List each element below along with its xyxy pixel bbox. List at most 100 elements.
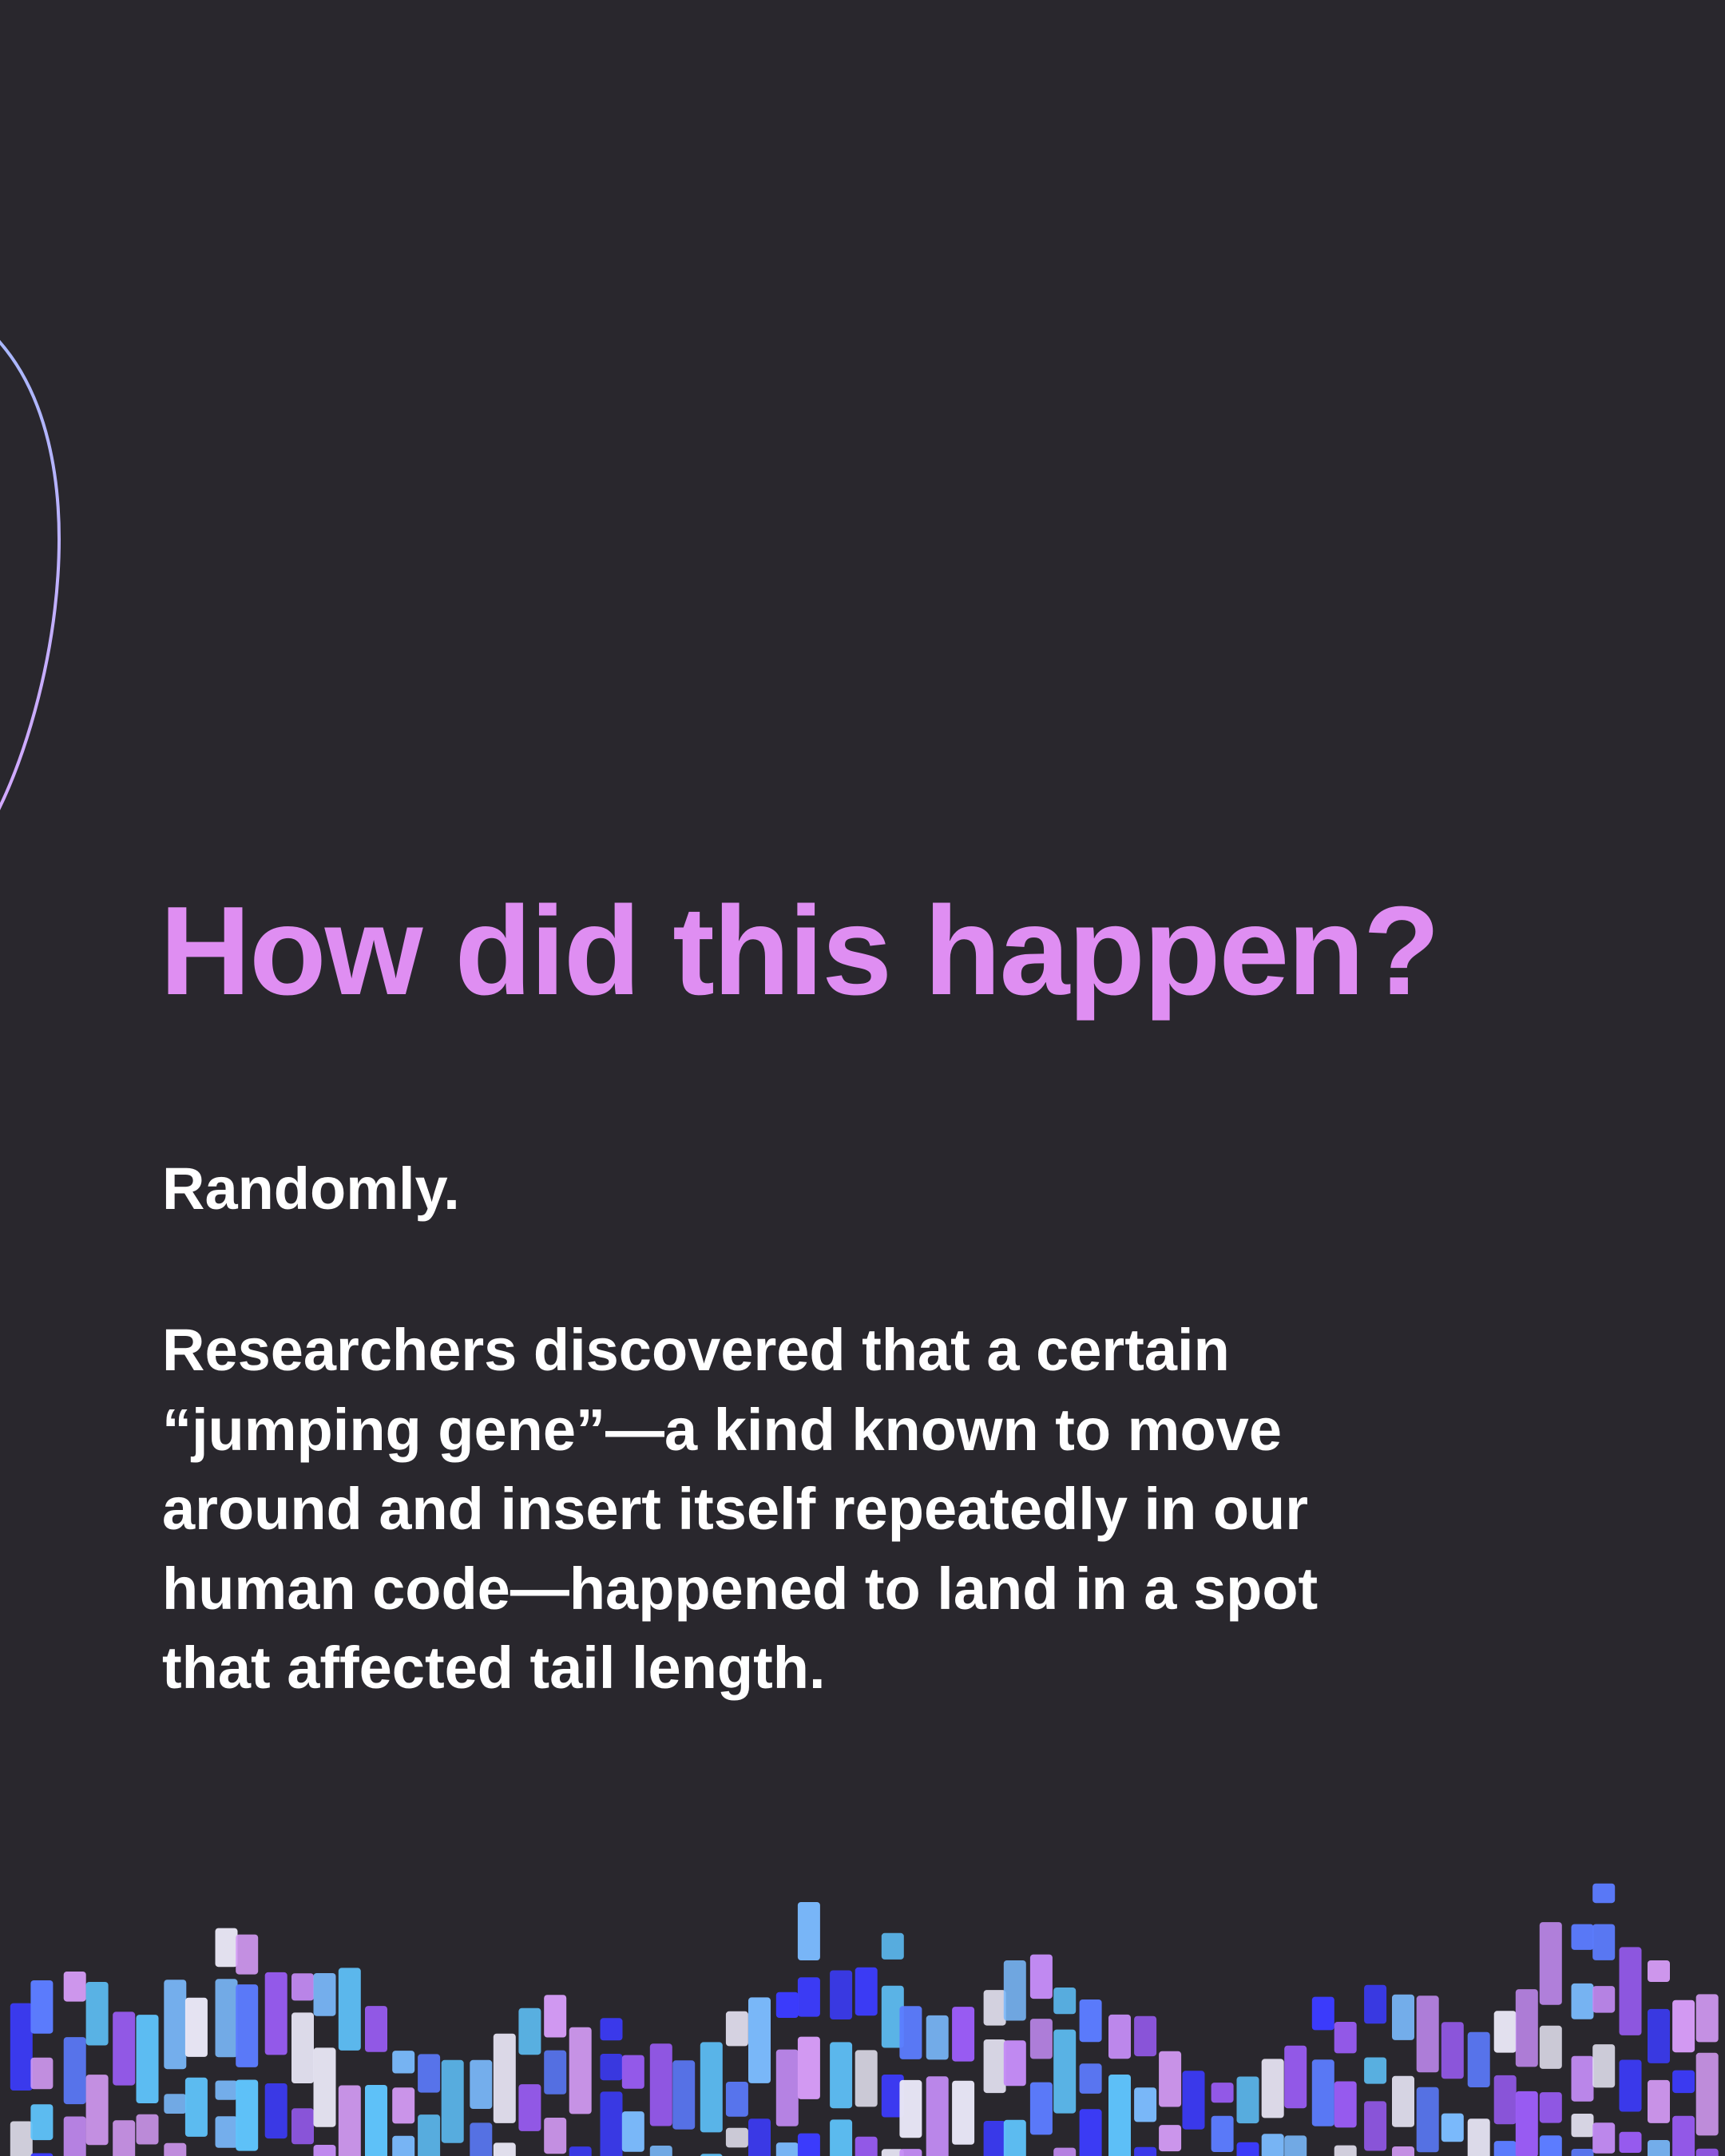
sequence-bar bbox=[1311, 2059, 1334, 2126]
sequence-bar bbox=[855, 2050, 878, 2107]
sequence-bar bbox=[1441, 2022, 1464, 2079]
sequence-bar bbox=[338, 1968, 361, 2051]
sequence-bar bbox=[1493, 2011, 1517, 2053]
body-line: that affected tail length. bbox=[162, 1635, 826, 1701]
sequence-bar bbox=[1211, 2083, 1234, 2103]
circle-outline-decoration bbox=[0, 340, 61, 810]
sequence-bar bbox=[899, 2149, 922, 2156]
sequence-bar bbox=[392, 2051, 415, 2074]
sequence-bar bbox=[1493, 2141, 1517, 2156]
sequence-bar bbox=[1571, 2055, 1594, 2102]
sequence-bar bbox=[899, 2006, 922, 2059]
sequence-bar bbox=[215, 1979, 238, 2058]
sequence-bar bbox=[1284, 2045, 1307, 2109]
sequence-bar bbox=[1592, 1883, 1616, 1904]
sequence-bar bbox=[418, 2114, 441, 2156]
sequence-bar bbox=[236, 1984, 259, 2067]
sequence-bar bbox=[313, 2145, 336, 2156]
sequence-bar bbox=[1619, 2059, 1642, 2112]
sequence-bar bbox=[291, 2012, 314, 2083]
sequence-bar bbox=[518, 2007, 541, 2055]
sequence-bar bbox=[855, 1967, 878, 2016]
sequence-bar bbox=[113, 2011, 136, 2086]
sequence-bar bbox=[797, 2036, 820, 2099]
sequence-bar bbox=[1284, 2135, 1307, 2156]
sequence-bar bbox=[1364, 2101, 1387, 2151]
sequence-bar bbox=[10, 2121, 33, 2156]
sequence-bar bbox=[1261, 2059, 1284, 2118]
sequence-bar bbox=[30, 1980, 54, 2034]
sequence-bar bbox=[797, 1902, 820, 1960]
sequence-bar bbox=[952, 2080, 975, 2145]
sequence-bar bbox=[136, 2015, 159, 2103]
sequence-bar bbox=[1539, 2092, 1562, 2123]
sequence-bar bbox=[775, 2142, 799, 2156]
sequence-bar bbox=[236, 2079, 259, 2151]
sequence-bar bbox=[136, 2114, 159, 2145]
sequence-bar bbox=[215, 2080, 238, 2100]
sequence-bar bbox=[1571, 1924, 1594, 1950]
sequence-bar bbox=[1515, 2091, 1538, 2156]
sequence-bar bbox=[441, 2059, 464, 2143]
sequence-bar bbox=[1236, 2142, 1259, 2156]
headline: How did this happen? bbox=[160, 881, 1440, 1021]
sequence-bar bbox=[1029, 2019, 1053, 2059]
sequence-bar bbox=[672, 2060, 696, 2130]
sequence-bar bbox=[1672, 2070, 1695, 2094]
sequence-bar bbox=[621, 2111, 644, 2152]
sequence-bar bbox=[1441, 2113, 1464, 2142]
sequence-bar bbox=[10, 2003, 33, 2091]
sequence-bar bbox=[493, 2033, 516, 2123]
sequence-bar bbox=[1159, 2051, 1182, 2107]
sequence-bar bbox=[830, 1970, 853, 2019]
sequence-bar bbox=[1416, 1995, 1439, 2073]
sequence-bar bbox=[775, 2049, 799, 2126]
sequence-bar bbox=[855, 2136, 878, 2156]
sequence-bar bbox=[291, 2108, 314, 2145]
sequence-bar bbox=[1364, 1984, 1387, 2024]
sequence-bar bbox=[30, 2153, 54, 2156]
sequence-bar bbox=[1108, 2075, 1131, 2156]
sequence-bar bbox=[313, 1973, 336, 2016]
sequence-bar bbox=[1334, 2145, 1357, 2156]
sequence-bar bbox=[215, 2116, 238, 2148]
sequence-bar bbox=[926, 2076, 949, 2156]
sequence-bar bbox=[1539, 2135, 1562, 2156]
sequence-bar bbox=[493, 2142, 516, 2156]
sequence-bar bbox=[1003, 1960, 1026, 2021]
sequence-bar bbox=[1053, 1988, 1077, 2015]
sequence-bar bbox=[1334, 2022, 1357, 2054]
sequence-bar bbox=[1648, 2008, 1670, 2063]
sequence-bar bbox=[748, 2118, 771, 2156]
sequence-bar bbox=[63, 2037, 86, 2105]
body-line: “jumping gene”—a kind known to move bbox=[162, 1396, 1282, 1463]
sequence-bar bbox=[1539, 1922, 1562, 2005]
sequence-bar bbox=[1539, 2025, 1562, 2069]
dna-sequence-bars-decoration bbox=[10, 1883, 1719, 2156]
sequence-bar bbox=[1592, 2044, 1616, 2088]
sequence-bar bbox=[85, 2075, 109, 2146]
sequence-bar bbox=[264, 1972, 288, 2055]
sequence-bar bbox=[544, 2050, 567, 2095]
body-paragraph: Researchers discovered that a certain “j… bbox=[162, 1310, 1600, 1708]
body-line: Researchers discovered that a certain bbox=[162, 1317, 1230, 1383]
sequence-bar bbox=[1261, 2134, 1284, 2156]
sequence-bar bbox=[899, 2079, 922, 2138]
sequence-bar bbox=[600, 2091, 623, 2156]
sequence-bar bbox=[600, 2054, 623, 2081]
sequence-bar bbox=[1648, 2140, 1670, 2156]
sequence-bar bbox=[1079, 2109, 1102, 2156]
sequence-bar bbox=[1467, 2118, 1490, 2156]
sequence-bar bbox=[1003, 2119, 1026, 2156]
sequence-bar bbox=[1079, 2063, 1102, 2094]
sequence-bar bbox=[983, 2039, 1006, 2094]
sequence-bar bbox=[1592, 1924, 1616, 1960]
sequence-bar bbox=[1392, 2075, 1414, 2127]
sequence-bar bbox=[30, 2057, 54, 2090]
sequence-bar bbox=[1571, 1983, 1594, 2019]
sequence-bar bbox=[1672, 1999, 1695, 2053]
sequence-bar bbox=[1392, 2146, 1414, 2156]
sequence-bar bbox=[1592, 1986, 1616, 2013]
sequence-bar bbox=[392, 2135, 415, 2156]
sequence-bar bbox=[236, 1934, 259, 1975]
